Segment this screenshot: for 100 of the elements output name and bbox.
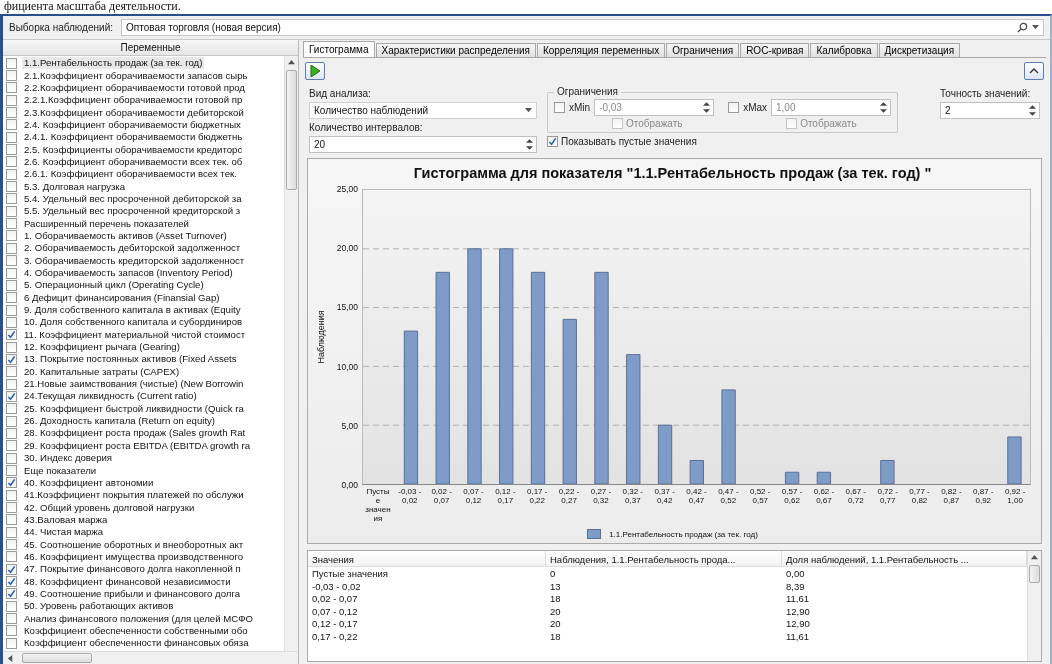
checkbox[interactable] bbox=[6, 378, 17, 390]
checkbox[interactable] bbox=[6, 588, 17, 600]
variable-item[interactable]: 5. Операционный цикл (Operating Cycle) bbox=[22, 279, 206, 292]
variable-item[interactable]: 2.5. Коэффициенты оборачиваемости кредиторс bbox=[22, 143, 245, 156]
checkbox[interactable] bbox=[6, 279, 17, 291]
variable-item[interactable]: 50. Уровень работающих активов bbox=[22, 600, 176, 613]
variable-item[interactable]: 11. Коэффициент материальной чистой стоимост bbox=[22, 328, 248, 341]
checkbox[interactable] bbox=[547, 136, 558, 147]
dropdown-caret-icon[interactable] bbox=[1032, 24, 1039, 31]
scroll-up-icon[interactable] bbox=[1031, 554, 1038, 561]
variable-item[interactable]: Еще показатели bbox=[22, 464, 99, 477]
variable-item[interactable]: 30. Индекс доверия bbox=[22, 452, 115, 465]
spinner-arrows-icon[interactable] bbox=[703, 102, 711, 113]
checkbox[interactable] bbox=[6, 551, 17, 563]
checkbox[interactable] bbox=[6, 428, 17, 439]
checkbox[interactable] bbox=[6, 353, 17, 365]
variable-item[interactable]: 2. Оборачиваемость дебиторской задолженност bbox=[22, 242, 243, 255]
interval-count-field[interactable]: 20 bbox=[309, 136, 537, 153]
search-icon[interactable] bbox=[1017, 22, 1028, 33]
sample-field[interactable]: Оптовая торговля (новая версия) bbox=[121, 19, 1044, 36]
checkbox[interactable] bbox=[554, 102, 565, 113]
checkbox[interactable] bbox=[6, 267, 17, 279]
variable-item[interactable]: 24.Текущая ликвидность (Current ratio) bbox=[22, 390, 199, 403]
variable-item[interactable]: 25. Коэффициент быстрой ликвидности (Quick ra bbox=[22, 402, 246, 415]
precision-field[interactable]: 2 bbox=[940, 102, 1040, 119]
variable-item[interactable]: 41.Коэффициент покрытия платежей по обслужи bbox=[22, 489, 246, 502]
tab[interactable]: Дискретизация bbox=[878, 43, 961, 57]
variable-item[interactable]: Коэффициент обеспеченности финансовых обяза bbox=[22, 637, 251, 650]
vertical-scrollbar[interactable] bbox=[1027, 551, 1041, 661]
checkbox[interactable] bbox=[6, 489, 17, 501]
variable-item[interactable]: 5.4. Удельный вес просроченной дебиторской за bbox=[22, 192, 244, 205]
checkbox[interactable] bbox=[6, 390, 17, 402]
variable-item[interactable]: 10. Доля собственного капитала и субординиров bbox=[22, 316, 245, 329]
analysis-type-dropdown[interactable]: Количество наблюдений bbox=[309, 102, 537, 119]
checkbox[interactable] bbox=[6, 526, 17, 538]
horizontal-scrollbar[interactable] bbox=[3, 651, 298, 664]
variable-item[interactable]: Анализ финансового положения (для целей МСФО bbox=[22, 612, 255, 625]
variable-item[interactable]: 6 Дефицит финансирования (Finansial Gap) bbox=[22, 291, 222, 304]
scrollbar-thumb[interactable] bbox=[1029, 565, 1040, 583]
collapse-button[interactable] bbox=[1024, 62, 1044, 80]
variable-item[interactable]: 46. Коэффициент имущества производственного bbox=[22, 550, 246, 563]
variable-item[interactable]: 26. Доходность капитала (Return on equity) bbox=[22, 415, 218, 428]
tab[interactable]: Ограничения bbox=[666, 43, 740, 57]
scroll-up-icon[interactable] bbox=[288, 59, 295, 66]
dropdown-caret-icon[interactable] bbox=[525, 107, 532, 114]
checkbox[interactable] bbox=[6, 119, 17, 131]
checkbox[interactable] bbox=[6, 218, 17, 230]
tab[interactable]: Гистограмма bbox=[303, 41, 375, 57]
checkbox[interactable] bbox=[6, 168, 17, 180]
checkbox[interactable] bbox=[6, 465, 17, 476]
checkbox[interactable] bbox=[6, 637, 17, 649]
checkbox[interactable] bbox=[6, 242, 17, 254]
variable-item[interactable]: 2.4. Коэффициент оборачиваемости бюджетных bbox=[22, 118, 243, 131]
checkbox[interactable] bbox=[6, 70, 17, 81]
variable-item[interactable]: 2.2.1.Коэффициент оборачиваемости готовой пр bbox=[22, 94, 245, 107]
checkbox[interactable] bbox=[728, 102, 740, 113]
variable-item[interactable]: 29. Коэффициент роста EBITDA (EBITDA growth ra bbox=[22, 439, 253, 452]
checkbox[interactable] bbox=[6, 144, 17, 156]
checkbox[interactable] bbox=[6, 255, 17, 267]
checkbox[interactable] bbox=[6, 600, 17, 612]
checkbox[interactable] bbox=[6, 193, 17, 205]
bound-field[interactable]: -0,03 bbox=[594, 99, 715, 116]
checkbox[interactable] bbox=[6, 366, 17, 378]
checkbox[interactable] bbox=[6, 415, 17, 427]
variable-item[interactable]: 5.5. Удельный вес просроченной кредиторской з bbox=[22, 205, 243, 218]
tab[interactable]: ROC-кривая bbox=[740, 43, 810, 57]
variable-item[interactable]: 9. Доля собственного капитала в активах (Equity bbox=[22, 304, 243, 317]
variable-item[interactable]: 40. Коэффициент автономии bbox=[22, 476, 156, 489]
bound-field[interactable]: 1,00 bbox=[771, 99, 892, 116]
vertical-scrollbar[interactable] bbox=[284, 56, 298, 651]
checkbox[interactable] bbox=[6, 329, 17, 341]
scrollbar-thumb[interactable] bbox=[286, 70, 297, 190]
checkbox[interactable] bbox=[6, 563, 17, 575]
spinner-arrows-icon[interactable] bbox=[880, 102, 888, 113]
variable-item[interactable]: 45. Соотношение оборотных и внеоборотных акт bbox=[22, 538, 246, 551]
checkbox[interactable] bbox=[6, 304, 17, 316]
variable-item[interactable]: Коэффициент обеспеченности собственными обо bbox=[22, 625, 250, 637]
variable-item[interactable]: 2.3.Коэффициент оборачиваемости дебиторской bbox=[22, 106, 246, 119]
checkbox[interactable] bbox=[786, 118, 798, 129]
run-button[interactable] bbox=[305, 62, 325, 80]
scroll-left-icon[interactable] bbox=[7, 654, 14, 662]
checkbox[interactable] bbox=[6, 292, 17, 304]
checkbox[interactable] bbox=[6, 613, 17, 625]
variable-item[interactable]: 43.Валовая маржа bbox=[22, 513, 110, 526]
checkbox[interactable] bbox=[6, 230, 17, 242]
checkbox[interactable] bbox=[6, 205, 17, 217]
scrollbar-thumb[interactable] bbox=[22, 653, 92, 663]
checkbox[interactable] bbox=[6, 477, 17, 489]
checkbox[interactable] bbox=[6, 82, 17, 94]
variable-item[interactable]: 21.Новые заимствования (чистые) (New Borrowin bbox=[22, 378, 246, 391]
variable-item[interactable]: Расширенный перечень показателей bbox=[22, 217, 191, 230]
checkbox[interactable] bbox=[612, 118, 623, 129]
checkbox[interactable] bbox=[6, 57, 17, 69]
column-header[interactable]: Наблюдения, 1.1.Рентабельность прода... bbox=[546, 551, 782, 566]
checkbox[interactable] bbox=[6, 576, 17, 588]
variable-item[interactable]: 20. Капитальные затраты (CAPEX) bbox=[22, 365, 182, 378]
checkbox[interactable] bbox=[6, 107, 17, 119]
variable-item[interactable]: 3. Оборачиваемость кредиторской задолженност bbox=[22, 254, 247, 267]
chevron-up-icon[interactable] bbox=[1029, 67, 1039, 75]
tab[interactable]: Корреляция переменных bbox=[536, 43, 666, 57]
